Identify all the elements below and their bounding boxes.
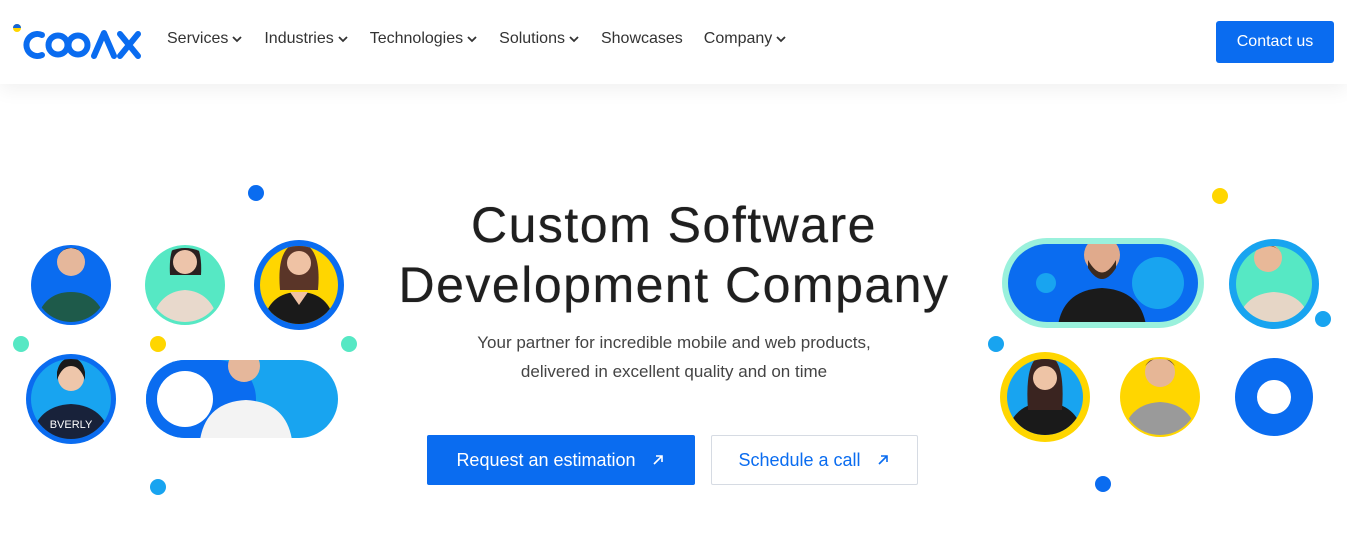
decor-dot (150, 336, 166, 352)
arrow-up-right-icon (652, 455, 663, 465)
hero-title: Custom Software Development Company (336, 195, 1012, 315)
decor-dot (1315, 311, 1331, 327)
team-avatar: BVERLY (26, 354, 116, 444)
nav-item-industries[interactable]: Industries (264, 30, 348, 48)
decor-dot (248, 185, 264, 201)
coax-logo[interactable] (12, 22, 144, 64)
nav-item-company[interactable]: Company (704, 30, 787, 48)
main-nav: Services Industries Technologies Solutio… (167, 30, 808, 48)
team-avatar (31, 245, 111, 325)
chevron-down-icon (569, 36, 579, 43)
team-avatar (1229, 239, 1319, 329)
hero-title-line2: Development Company (398, 257, 950, 313)
toggle-pill-graphic (1002, 238, 1204, 328)
nav-item-services[interactable]: Services (167, 30, 243, 48)
team-avatar (1120, 357, 1200, 437)
decor-dot (13, 336, 29, 352)
request-estimation-label: Request an estimation (456, 449, 636, 470)
nav-item-label: Showcases (600, 30, 683, 47)
nav-item-label: Services (167, 30, 229, 47)
nav-item-showcases[interactable]: Showcases (601, 30, 683, 48)
team-avatar (254, 240, 344, 330)
nav-item-label: Solutions (499, 30, 565, 47)
chevron-down-icon (467, 36, 477, 43)
toggle-pill-graphic (146, 360, 338, 438)
hero-subtitle-line1: Your partner for incredible mobile and w… (477, 333, 871, 352)
nav-item-label: Technologies (369, 30, 464, 47)
arrow-up-right-icon (877, 455, 888, 465)
hero-subtitle: Your partner for incredible mobile and w… (336, 328, 1012, 386)
decor-dot (1095, 476, 1111, 492)
nav-item-technologies[interactable]: Technologies (370, 30, 478, 48)
nav-item-label: Industries (264, 30, 334, 47)
schedule-call-label: Schedule a call (738, 449, 861, 470)
decor-dot (150, 479, 166, 495)
nav-item-label: Company (703, 30, 773, 47)
site-header: Services Industries Technologies Solutio… (0, 0, 1347, 84)
hero-subtitle-line2: delivered in excellent quality and on ti… (520, 362, 828, 381)
team-avatar (1000, 352, 1090, 442)
chevron-down-icon (338, 36, 348, 43)
chevron-down-icon (776, 36, 786, 43)
chevron-down-icon (232, 36, 242, 43)
contact-us-button[interactable]: Contact us (1216, 21, 1334, 63)
nav-item-solutions[interactable]: Solutions (499, 30, 580, 48)
request-estimation-button[interactable]: Request an estimation (427, 435, 695, 485)
hero-title-line1: Custom Software (471, 197, 877, 253)
svg-text:BVERLY: BVERLY (50, 419, 93, 431)
decor-dot (1212, 188, 1228, 204)
schedule-call-button[interactable]: Schedule a call (711, 435, 918, 485)
team-avatar (145, 245, 225, 325)
decor-ring (1235, 358, 1313, 436)
